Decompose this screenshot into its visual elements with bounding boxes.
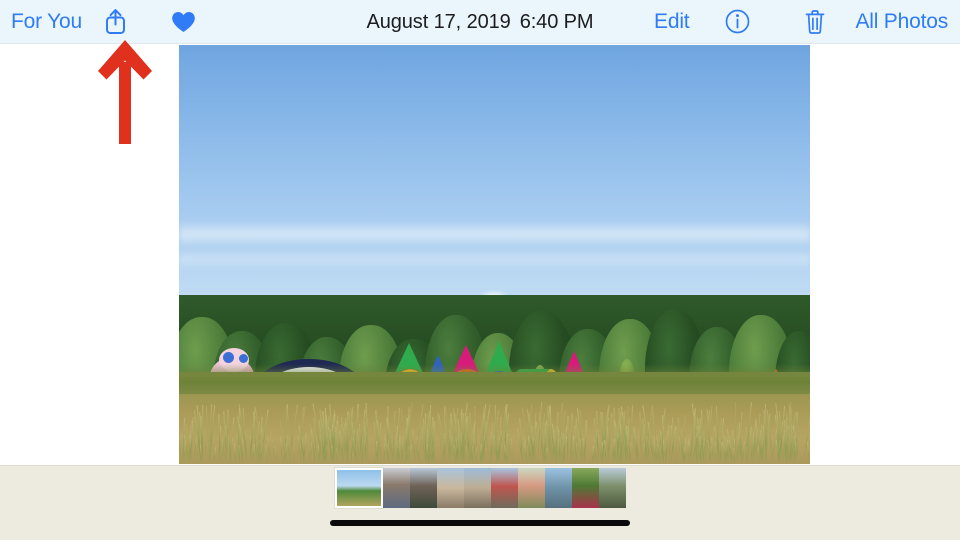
filmstrip-thumbnail[interactable] [572,468,599,508]
filmstrip-thumbnail[interactable] [410,468,437,508]
photo-haze-band-2 [179,250,810,268]
filmstrip-thumbnail[interactable] [437,468,464,508]
filmstrip-thumbnail[interactable] [335,468,383,508]
thumbnail-filmstrip[interactable] [0,466,960,510]
filmstrip-thumbnail[interactable] [518,468,545,508]
toolbar-right-group: Edit All Photos [654,0,960,44]
toolbar-left-group: For You [0,0,205,44]
filmstrip-thumbnail[interactable] [464,468,491,508]
photo-time: 6:40 PM [520,11,594,33]
filmstrip-thumbnail[interactable] [599,468,626,508]
top-toolbar: For You August 17, 2019 6:40 PM Edit All… [0,0,960,44]
filmstrip-thumbnail[interactable] [491,468,518,508]
filmstrip-thumbnail[interactable] [383,468,410,508]
edit-button[interactable]: Edit [654,10,689,34]
photo-grass-field [179,372,810,464]
share-icon[interactable] [93,0,137,44]
main-photo[interactable] [179,45,810,464]
trash-icon[interactable] [793,0,837,44]
home-indicator[interactable] [330,520,630,526]
photo-date: August 17, 2019 [367,11,511,33]
bottom-bar [0,465,960,540]
photo-stage [0,45,960,465]
photo-haze-band [179,221,810,247]
all-photos-button[interactable]: All Photos [855,10,948,34]
filmstrip-thumbnail[interactable] [545,468,572,508]
info-circle-icon[interactable] [715,0,759,44]
back-for-you-button[interactable]: For You [11,10,82,34]
heart-filled-icon[interactable] [161,0,205,44]
photo-date-text: August 17, 2019 6:40 PM [367,11,594,34]
photos-viewer-screen: For You August 17, 2019 6:40 PM Edit All… [0,0,960,540]
